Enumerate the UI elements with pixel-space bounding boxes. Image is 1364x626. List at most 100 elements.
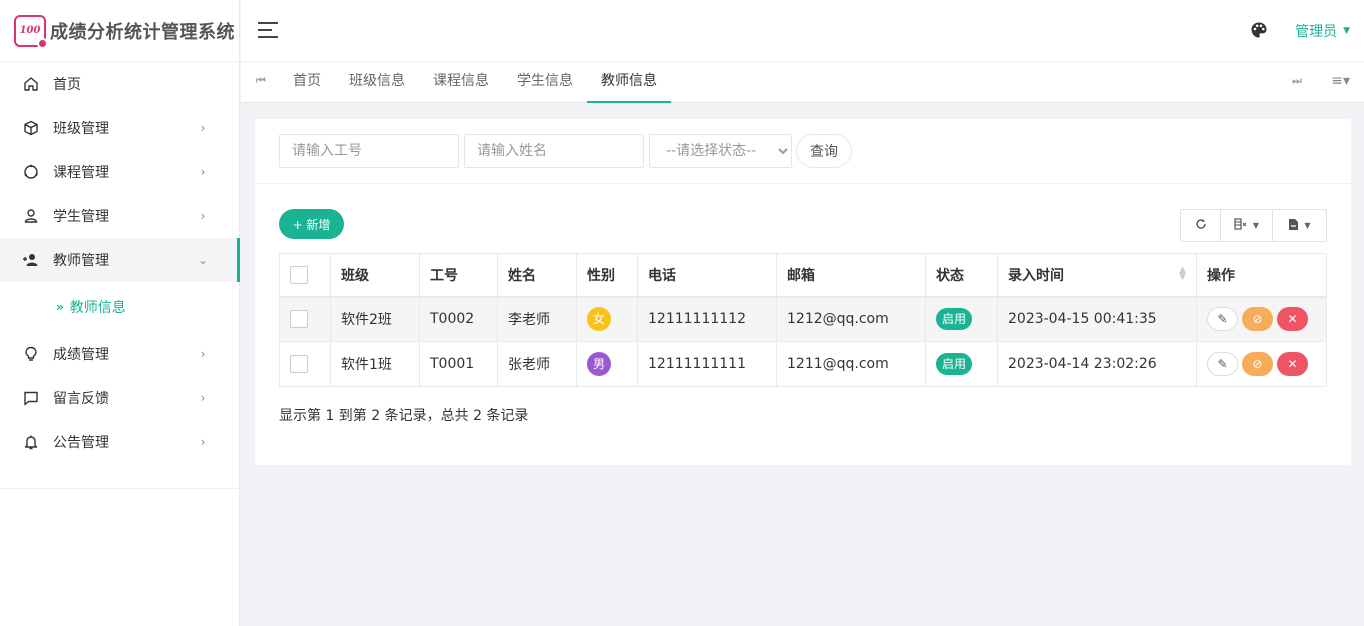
sidebar-subitem-label: 教师信息: [69, 300, 126, 316]
select-all-checkbox[interactable]: [290, 265, 308, 284]
header-phone[interactable]: 电话: [637, 253, 777, 298]
table-row[interactable]: 软件2班 T0002 李老师 女 12111111112 1212@qq.com…: [279, 296, 1327, 342]
header-status[interactable]: 状态: [925, 253, 998, 298]
chevron-down-icon: ⌄: [197, 253, 209, 267]
delete-button[interactable]: ✕: [1277, 352, 1308, 376]
sidebar-item-student[interactable]: 学生管理 ›: [0, 194, 239, 238]
cell-gender: 女: [576, 296, 638, 342]
sidebar-menu: 首页 班级管理 › 课程管理 › 学生管理 › 教师管理 ⌄ » 教师信息 成绩…: [0, 62, 240, 464]
sidebar-subitem-teacher-info[interactable]: » 教师信息: [0, 282, 239, 332]
sidebar-item-feedback[interactable]: 留言反馈 ›: [0, 376, 239, 420]
user-icon: [22, 207, 40, 225]
cell-phone: 12111111111: [637, 341, 777, 387]
teacher-name-input[interactable]: [464, 134, 644, 168]
tab-class-info[interactable]: 班级信息: [335, 62, 419, 103]
sidebar-item-score[interactable]: 成绩管理 ›: [0, 332, 239, 376]
sidebar-item-label: 公告管理: [53, 435, 109, 451]
header-name[interactable]: 姓名: [497, 253, 577, 298]
refresh-button[interactable]: [1181, 210, 1221, 241]
select-all-cell: [279, 253, 331, 298]
tab-scroll-right-icon[interactable]: ⏭: [1292, 74, 1302, 88]
export-button[interactable]: ▼: [1273, 210, 1326, 241]
chevron-right-icon: ›: [200, 165, 206, 179]
tab-scroll-left-icon[interactable]: ⏮: [249, 74, 273, 88]
cell-no: T0001: [419, 341, 498, 387]
user-menu[interactable]: 管理员 ▼: [1295, 21, 1350, 41]
sidebar-item-class[interactable]: 班级管理 ›: [0, 106, 239, 150]
header-email[interactable]: 邮箱: [776, 253, 926, 298]
sidebar-item-teacher[interactable]: 教师管理 ⌄: [0, 238, 240, 282]
sidebar-item-notice[interactable]: 公告管理 ›: [0, 420, 239, 464]
cell-ops: ✎ ⊘ ✕: [1196, 341, 1327, 387]
palette-icon[interactable]: [1250, 21, 1268, 39]
sidebar-item-label: 班级管理: [53, 121, 109, 137]
sidebar-item-label: 成绩管理: [53, 347, 109, 363]
teacher-no-input[interactable]: [279, 134, 459, 168]
cell-email: 1212@qq.com: [776, 296, 926, 342]
logo-area[interactable]: 100 成绩分析统计管理系统: [0, 0, 239, 62]
tab-bar: ⏮ 首页 班级信息 课程信息 学生信息 教师信息 ⏭ ≡▾: [241, 62, 1364, 103]
double-chevron-icon: »: [56, 300, 64, 314]
row-checkbox[interactable]: [290, 355, 308, 373]
chevron-right-icon: ›: [200, 121, 206, 135]
cell-phone: 12111111112: [637, 296, 777, 342]
disable-button[interactable]: ⊘: [1242, 307, 1273, 332]
disable-button[interactable]: ⊘: [1242, 352, 1273, 376]
close-icon: ✕: [1287, 357, 1298, 371]
cell-class: 软件2班: [330, 296, 420, 342]
tab-list: 首页 班级信息 课程信息 学生信息 教师信息: [279, 62, 671, 103]
tab-home[interactable]: 首页: [279, 62, 335, 103]
cell-no: T0002: [419, 296, 498, 342]
home-icon: [22, 75, 40, 93]
columns-button[interactable]: ▼: [1221, 210, 1273, 241]
search-form: --请选择状态-- 查询: [255, 119, 1351, 184]
caret-down-icon: ▼: [1304, 221, 1311, 230]
chevron-right-icon: ›: [200, 209, 206, 223]
table-row[interactable]: 软件1班 T0001 张老师 男 12111111111 1211@qq.com…: [279, 341, 1327, 387]
cell-status: 启用: [925, 341, 998, 387]
menu-toggle-icon[interactable]: [258, 22, 278, 38]
caret-down-icon: ▼: [1343, 26, 1350, 36]
delete-button[interactable]: ✕: [1277, 307, 1308, 332]
tab-options-icon[interactable]: ≡▾: [1331, 73, 1350, 89]
chevron-right-icon: ›: [200, 391, 206, 405]
query-button[interactable]: 查询: [796, 134, 852, 168]
edit-button[interactable]: ✎: [1207, 307, 1238, 332]
gender-badge-female: 女: [587, 307, 611, 332]
cell-class: 软件1班: [330, 341, 420, 387]
header-ops: 操作: [1196, 253, 1327, 298]
ban-icon: ⊘: [1252, 312, 1263, 327]
close-icon: ✕: [1287, 312, 1298, 327]
header-time[interactable]: 录入时间 ▲ ▼: [997, 253, 1197, 298]
tab-student-info[interactable]: 学生信息: [503, 62, 587, 103]
sort-icon[interactable]: ▲ ▼: [1179, 265, 1186, 281]
tab-course-info[interactable]: 课程信息: [419, 62, 503, 103]
caret-down-icon: ▼: [1252, 221, 1260, 230]
file-export-icon: [1288, 218, 1299, 234]
header-class[interactable]: 班级: [330, 253, 420, 298]
cell-gender: 男: [576, 341, 638, 387]
tab-teacher-info[interactable]: 教师信息: [587, 62, 671, 103]
add-button[interactable]: + 新增: [279, 209, 344, 239]
row-checkbox[interactable]: [290, 310, 308, 329]
cell-name: 张老师: [497, 341, 577, 387]
sidebar-divider: [0, 488, 239, 489]
sidebar-item-home[interactable]: 首页: [0, 62, 239, 106]
sidebar-item-course[interactable]: 课程管理 ›: [0, 150, 239, 194]
status-badge: 启用: [936, 308, 973, 331]
chevron-right-icon: ›: [200, 347, 206, 361]
header-time-label: 录入时间: [1008, 267, 1064, 284]
cell-time: 2023-04-15 00:41:35: [997, 296, 1197, 342]
logo-icon: 100: [14, 14, 48, 49]
header-no[interactable]: 工号: [419, 253, 498, 298]
cube-icon: [22, 119, 40, 137]
edit-button[interactable]: ✎: [1207, 352, 1238, 376]
user-add-icon: [22, 251, 40, 269]
status-select[interactable]: --请选择状态--: [649, 134, 792, 168]
sidebar-item-label: 学生管理: [53, 209, 109, 225]
app-title: 成绩分析统计管理系统: [50, 21, 235, 43]
cell-name: 李老师: [497, 296, 577, 342]
header-gender[interactable]: 性别: [576, 253, 638, 298]
columns-icon: [1234, 218, 1248, 233]
content-card: --请选择状态-- 查询 + 新增 ▼ ▼ 班级 工: [255, 119, 1351, 465]
